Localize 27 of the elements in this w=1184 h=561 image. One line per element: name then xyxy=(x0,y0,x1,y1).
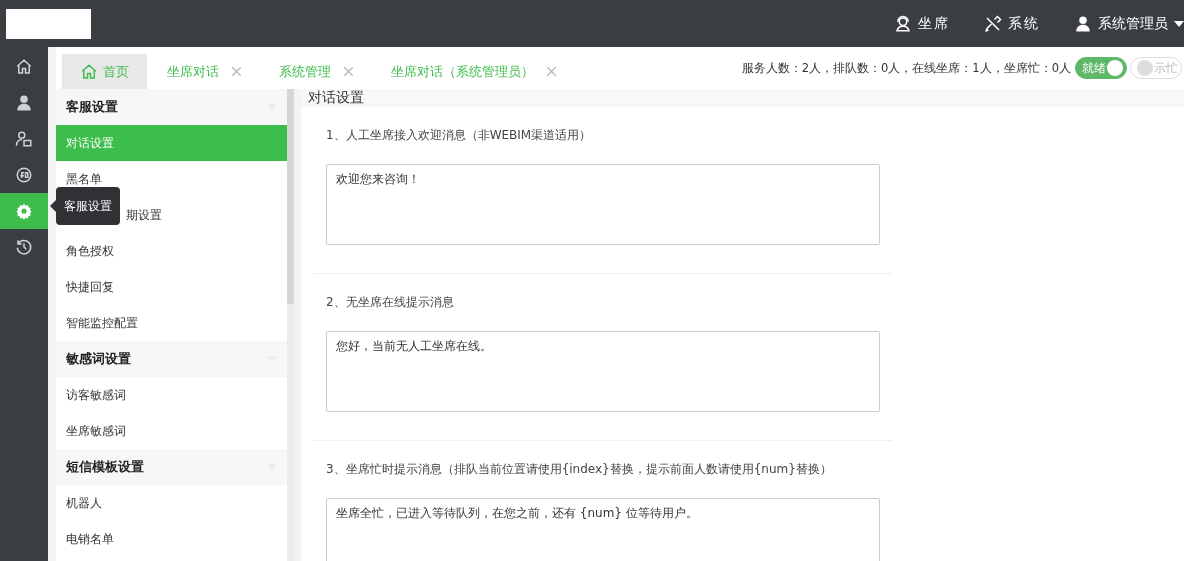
menu-group-header[interactable]: 敏感词设置 xyxy=(56,341,288,377)
headset-icon xyxy=(894,14,912,33)
home-icon xyxy=(80,62,98,81)
message-textarea[interactable]: 您好，当前无人工坐席在线。 xyxy=(326,331,880,412)
tools-icon xyxy=(984,14,1002,33)
message-textarea[interactable]: 坐席全忙，已进入等待队列，在您之前，还有 {num} 位等待用户。 xyxy=(326,498,880,561)
settings-icon xyxy=(15,202,33,220)
user-menu[interactable]: 系统管理员 xyxy=(1074,14,1184,33)
field-label: 2、无坐席在线提示消息 xyxy=(326,294,455,311)
top-nav-link[interactable]: 坐席 xyxy=(894,14,950,33)
tooltip: 客服设置 xyxy=(56,187,120,225)
message-textarea[interactable]: 欢迎您来咨询！ xyxy=(326,164,880,245)
menu-group-header[interactable]: 客服设置 xyxy=(56,89,288,125)
history-icon xyxy=(15,238,33,256)
status-text: 服务人数：2人，排队数：0人，在线坐席：1人，坐席忙：0人 xyxy=(741,60,1071,76)
top-nav-link[interactable]: 系统 xyxy=(984,14,1040,33)
caret-icon xyxy=(1174,20,1184,27)
knowledge-icon xyxy=(15,166,33,184)
menu-group-header[interactable]: 短信模板设置 xyxy=(56,449,288,485)
user-icon xyxy=(15,94,33,112)
user-icon xyxy=(1074,14,1092,33)
home-icon xyxy=(15,58,33,76)
contact-card-icon xyxy=(15,130,33,148)
field-label: 1、人工坐席接入欢迎消息（非WEBIM渠道适用） xyxy=(326,127,593,144)
panel-title: 对话设置 xyxy=(308,89,364,107)
scrollbar[interactable] xyxy=(287,89,294,561)
field-label: 3、坐席忙时提示消息（排队当前位置请使用{index}替换，提示前面人数请使用{num}替换） xyxy=(326,461,833,478)
